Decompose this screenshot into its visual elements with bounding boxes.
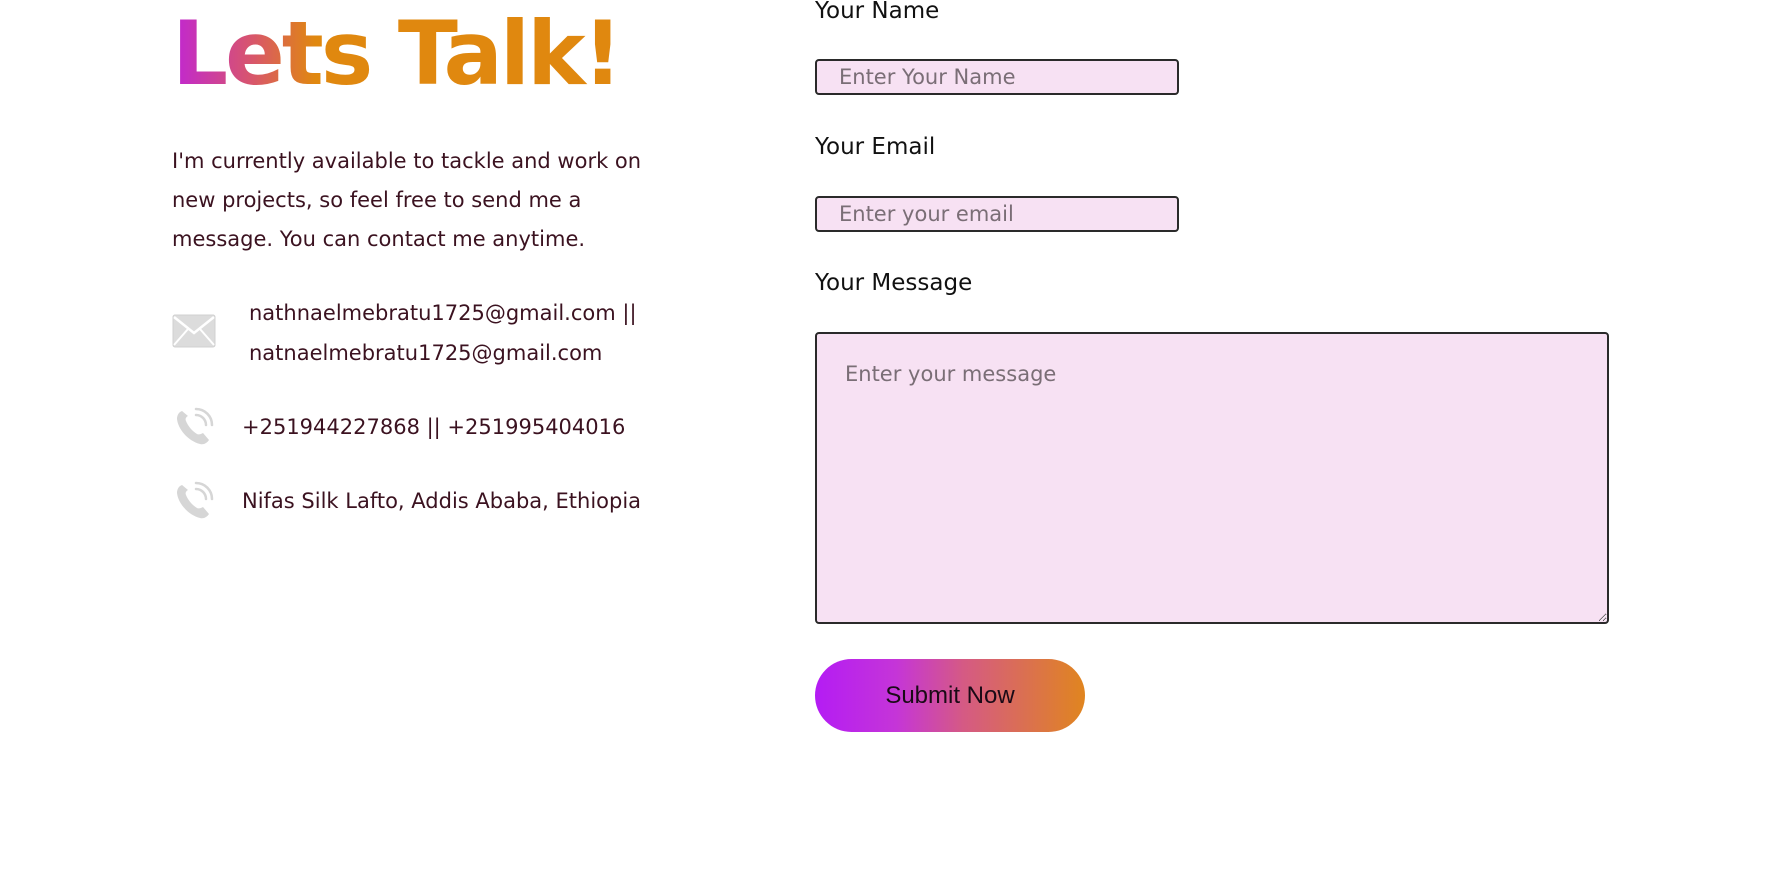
contact-phone-row: +251944227868 || +251995404016 <box>172 407 625 447</box>
email-label: Your Email <box>815 134 936 160</box>
email-input[interactable] <box>815 196 1179 232</box>
name-label: Your Name <box>815 0 940 24</box>
envelope-icon <box>172 311 216 351</box>
contact-section: Lets Talk! I'm currently available to ta… <box>0 0 1789 890</box>
contact-phone[interactable]: +251944227868 || +251995404016 <box>242 407 625 447</box>
page-title: Lets Talk! <box>172 2 623 105</box>
submit-button[interactable]: Submit Now <box>815 659 1085 732</box>
contact-email-row: nathnaelmebratu1725@gmail.com || natnael… <box>172 293 649 373</box>
contact-email[interactable]: nathnaelmebratu1725@gmail.com || natnael… <box>249 293 649 373</box>
message-textarea[interactable] <box>815 332 1609 624</box>
phone-icon <box>172 407 216 447</box>
intro-text: I'm currently available to tackle and wo… <box>172 149 642 251</box>
contact-address: Nifas Silk Lafto, Addis Ababa, Ethiopia <box>242 489 642 513</box>
name-input[interactable] <box>815 59 1179 95</box>
contact-address-row: Nifas Silk Lafto, Addis Ababa, Ethiopia <box>172 481 641 521</box>
message-label: Your Message <box>815 270 973 296</box>
phone-icon <box>172 481 216 521</box>
